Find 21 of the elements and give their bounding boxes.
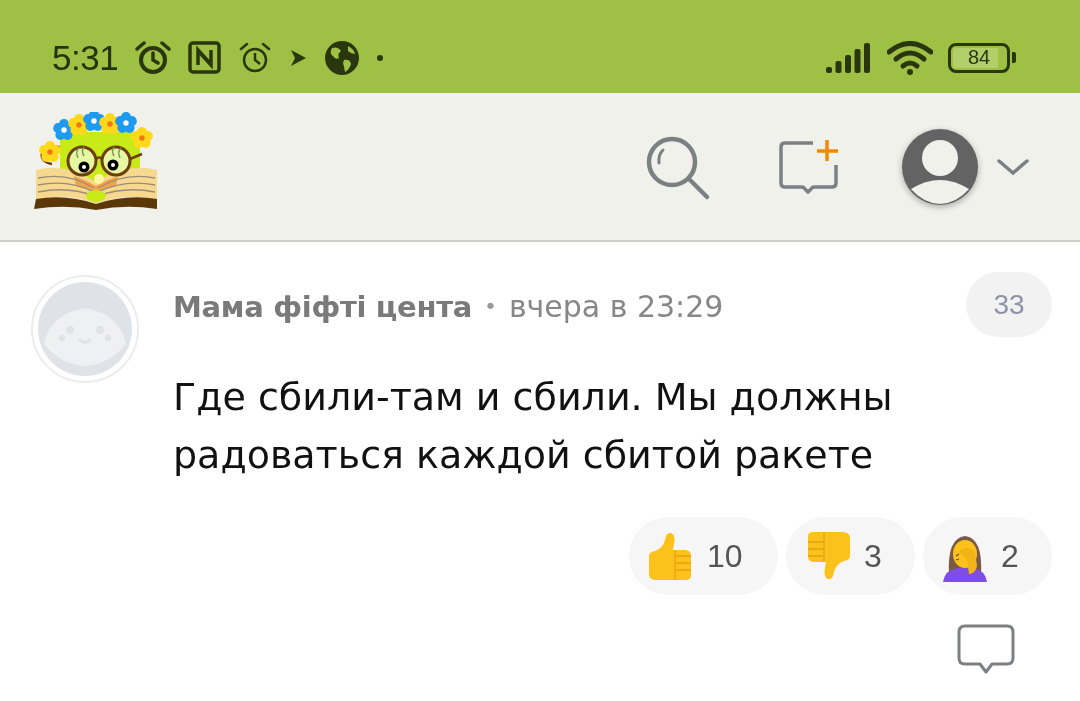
signal-icon (826, 42, 872, 73)
reaction-button[interactable]: 2 (923, 517, 1052, 595)
play-icon (289, 48, 308, 67)
wifi-icon (887, 40, 933, 75)
reaction-button[interactable]: 10 (629, 517, 778, 595)
owl-book-logo[interactable] (34, 111, 159, 210)
comment-text: Где сбили-там и сбили. Мы должны радоваться каждой сбитой ракете (173, 374, 894, 479)
alarm-clock-icon (135, 39, 172, 76)
alarm-icon (238, 40, 273, 75)
comment-time: вчера в 23:29 (508, 289, 724, 324)
comment-number: 33 (966, 272, 1052, 337)
meta-separator: • (483, 294, 497, 319)
nfc-icon (188, 41, 222, 74)
battery-indicator: 84 (948, 42, 1016, 73)
chevron-down-icon[interactable] (996, 156, 1030, 177)
comment-author[interactable]: Мама фіфті цента (173, 289, 472, 324)
reply-icon[interactable] (957, 624, 1015, 676)
reaction-button[interactable]: 3 (786, 517, 915, 595)
clock-time: 5:31 (52, 37, 119, 78)
globe-icon (324, 39, 361, 76)
notification-dot-icon (377, 54, 384, 61)
